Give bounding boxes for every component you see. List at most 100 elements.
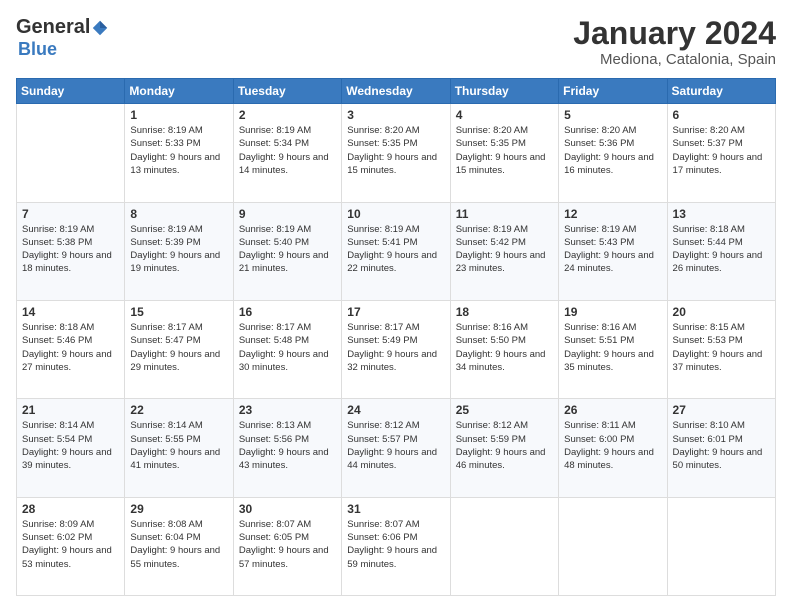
- calendar-cell-w1-d7: 6 Sunrise: 8:20 AMSunset: 5:37 PMDaylight…: [667, 104, 775, 202]
- logo-blue-text: Blue: [18, 39, 57, 60]
- logo-icon: [91, 19, 109, 37]
- calendar-cell-w4-d6: 26 Sunrise: 8:11 AMSunset: 6:00 PMDayligh…: [559, 399, 667, 497]
- day-number: 12: [564, 207, 661, 221]
- logo-text: General: [16, 16, 109, 39]
- day-number: 25: [456, 403, 553, 417]
- day-info: Sunrise: 8:12 AMSunset: 5:57 PMDaylight:…: [347, 419, 444, 472]
- calendar-cell-w5-d2: 29Sunrise: 8:08 AMSunset: 6:04 PMDayligh…: [125, 497, 233, 595]
- calendar-cell-w1-d5: 4 Sunrise: 8:20 AMSunset: 5:35 PMDaylight…: [450, 104, 558, 202]
- day-number: 4: [456, 108, 553, 122]
- day-number: 23: [239, 403, 336, 417]
- day-info: Sunrise: 8:19 AMSunset: 5:43 PMDaylight:…: [564, 223, 661, 276]
- day-info: Sunrise: 8:17 AMSunset: 5:48 PMDaylight:…: [239, 321, 336, 374]
- day-number: 8: [130, 207, 227, 221]
- day-number: 19: [564, 305, 661, 319]
- calendar-week-2: 7Sunrise: 8:19 AMSunset: 5:38 PMDaylight…: [17, 202, 776, 300]
- calendar-week-5: 28 Sunrise: 8:09 AMSunset: 6:02 PMDayligh…: [17, 497, 776, 595]
- calendar-cell-w5-d4: 31 Sunrise: 8:07 AMSunset: 6:06 PMDayligh…: [342, 497, 450, 595]
- title-block: January 2024 Mediona, Catalonia, Spain: [573, 16, 776, 68]
- calendar-cell-w3-d6: 19Sunrise: 8:16 AMSunset: 5:51 PMDayligh…: [559, 300, 667, 398]
- calendar-cell-w3-d3: 16 Sunrise: 8:17 AMSunset: 5:48 PMDayligh…: [233, 300, 341, 398]
- header: General Blue January 2024 Mediona, Catal…: [16, 16, 776, 68]
- calendar-cell-w4-d4: 24Sunrise: 8:12 AMSunset: 5:57 PMDayligh…: [342, 399, 450, 497]
- calendar-cell-w5-d7: [667, 497, 775, 595]
- day-number: 14: [22, 305, 119, 319]
- day-number: 3: [347, 108, 444, 122]
- day-info: Sunrise: 8:16 AMSunset: 5:50 PMDaylight:…: [456, 321, 553, 374]
- day-info: Sunrise: 8:17 AMSunset: 5:47 PMDaylight:…: [130, 321, 227, 374]
- logo: General Blue: [16, 16, 109, 60]
- day-info: Sunrise: 8:08 AMSunset: 6:04 PMDaylight:…: [130, 518, 227, 571]
- calendar-cell-w5-d6: [559, 497, 667, 595]
- day-number: 2: [239, 108, 336, 122]
- calendar-table: Sunday Monday Tuesday Wednesday Thursday…: [16, 78, 776, 596]
- calendar-cell-w5-d3: 30 Sunrise: 8:07 AMSunset: 6:05 PMDayligh…: [233, 497, 341, 595]
- calendar-cell-w4-d7: 27 Sunrise: 8:10 AMSunset: 6:01 PMDayligh…: [667, 399, 775, 497]
- day-info: Sunrise: 8:20 AMSunset: 5:35 PMDaylight:…: [456, 124, 553, 177]
- day-number: 16: [239, 305, 336, 319]
- calendar-cell-w1-d4: 3Sunrise: 8:20 AMSunset: 5:35 PMDaylight…: [342, 104, 450, 202]
- day-number: 31: [347, 502, 444, 516]
- day-info: Sunrise: 8:13 AMSunset: 5:56 PMDaylight:…: [239, 419, 336, 472]
- calendar-cell-w4-d1: 21 Sunrise: 8:14 AMSunset: 5:54 PMDayligh…: [17, 399, 125, 497]
- day-number: 22: [130, 403, 227, 417]
- day-number: 26: [564, 403, 661, 417]
- day-info: Sunrise: 8:19 AMSunset: 5:34 PMDaylight:…: [239, 124, 336, 177]
- calendar-cell-w2-d3: 9 Sunrise: 8:19 AMSunset: 5:40 PMDaylight…: [233, 202, 341, 300]
- day-info: Sunrise: 8:20 AMSunset: 5:37 PMDaylight:…: [673, 124, 770, 177]
- calendar-cell-w2-d2: 8Sunrise: 8:19 AMSunset: 5:39 PMDaylight…: [125, 202, 233, 300]
- day-info: Sunrise: 8:07 AMSunset: 6:05 PMDaylight:…: [239, 518, 336, 571]
- day-info: Sunrise: 8:19 AMSunset: 5:41 PMDaylight:…: [347, 223, 444, 276]
- day-info: Sunrise: 8:14 AMSunset: 5:54 PMDaylight:…: [22, 419, 119, 472]
- calendar-cell-w5-d5: [450, 497, 558, 595]
- calendar-cell-w3-d5: 18 Sunrise: 8:16 AMSunset: 5:50 PMDayligh…: [450, 300, 558, 398]
- day-info: Sunrise: 8:18 AMSunset: 5:46 PMDaylight:…: [22, 321, 119, 374]
- page: General Blue January 2024 Mediona, Catal…: [0, 0, 792, 612]
- calendar-week-4: 21 Sunrise: 8:14 AMSunset: 5:54 PMDayligh…: [17, 399, 776, 497]
- day-number: 30: [239, 502, 336, 516]
- day-info: Sunrise: 8:19 AMSunset: 5:42 PMDaylight:…: [456, 223, 553, 276]
- day-number: 13: [673, 207, 770, 221]
- calendar-cell-w4-d2: 22Sunrise: 8:14 AMSunset: 5:55 PMDayligh…: [125, 399, 233, 497]
- day-info: Sunrise: 8:19 AMSunset: 5:40 PMDaylight:…: [239, 223, 336, 276]
- col-thursday: Thursday: [450, 79, 558, 104]
- calendar-cell-w2-d4: 10 Sunrise: 8:19 AMSunset: 5:41 PMDayligh…: [342, 202, 450, 300]
- month-title: January 2024: [573, 16, 776, 51]
- day-info: Sunrise: 8:07 AMSunset: 6:06 PMDaylight:…: [347, 518, 444, 571]
- day-number: 5: [564, 108, 661, 122]
- col-saturday: Saturday: [667, 79, 775, 104]
- calendar-header-row: Sunday Monday Tuesday Wednesday Thursday…: [17, 79, 776, 104]
- day-number: 10: [347, 207, 444, 221]
- day-number: 11: [456, 207, 553, 221]
- calendar-cell-w2-d6: 12 Sunrise: 8:19 AMSunset: 5:43 PMDayligh…: [559, 202, 667, 300]
- day-info: Sunrise: 8:11 AMSunset: 6:00 PMDaylight:…: [564, 419, 661, 472]
- day-info: Sunrise: 8:15 AMSunset: 5:53 PMDaylight:…: [673, 321, 770, 374]
- day-number: 27: [673, 403, 770, 417]
- calendar-cell-w1-d6: 5 Sunrise: 8:20 AMSunset: 5:36 PMDaylight…: [559, 104, 667, 202]
- calendar-cell-w3-d2: 15 Sunrise: 8:17 AMSunset: 5:47 PMDayligh…: [125, 300, 233, 398]
- day-number: 28: [22, 502, 119, 516]
- calendar-cell-w2-d5: 11 Sunrise: 8:19 AMSunset: 5:42 PMDayligh…: [450, 202, 558, 300]
- day-info: Sunrise: 8:10 AMSunset: 6:01 PMDaylight:…: [673, 419, 770, 472]
- calendar-cell-w1-d2: 1Sunrise: 8:19 AMSunset: 5:33 PMDaylight…: [125, 104, 233, 202]
- calendar-cell-w2-d7: 13 Sunrise: 8:18 AMSunset: 5:44 PMDayligh…: [667, 202, 775, 300]
- day-number: 18: [456, 305, 553, 319]
- day-info: Sunrise: 8:09 AMSunset: 6:02 PMDaylight:…: [22, 518, 119, 571]
- day-number: 6: [673, 108, 770, 122]
- day-number: 9: [239, 207, 336, 221]
- calendar-cell-w4-d3: 23 Sunrise: 8:13 AMSunset: 5:56 PMDayligh…: [233, 399, 341, 497]
- calendar-cell-w2-d1: 7Sunrise: 8:19 AMSunset: 5:38 PMDaylight…: [17, 202, 125, 300]
- logo-general: General: [16, 16, 90, 39]
- day-info: Sunrise: 8:12 AMSunset: 5:59 PMDaylight:…: [456, 419, 553, 472]
- calendar-cell-w4-d5: 25 Sunrise: 8:12 AMSunset: 5:59 PMDayligh…: [450, 399, 558, 497]
- day-number: 15: [130, 305, 227, 319]
- col-sunday: Sunday: [17, 79, 125, 104]
- day-info: Sunrise: 8:20 AMSunset: 5:36 PMDaylight:…: [564, 124, 661, 177]
- calendar-cell-w3-d1: 14 Sunrise: 8:18 AMSunset: 5:46 PMDayligh…: [17, 300, 125, 398]
- day-number: 21: [22, 403, 119, 417]
- day-info: Sunrise: 8:18 AMSunset: 5:44 PMDaylight:…: [673, 223, 770, 276]
- col-wednesday: Wednesday: [342, 79, 450, 104]
- day-number: 20: [673, 305, 770, 319]
- col-tuesday: Tuesday: [233, 79, 341, 104]
- calendar-cell-w5-d1: 28 Sunrise: 8:09 AMSunset: 6:02 PMDayligh…: [17, 497, 125, 595]
